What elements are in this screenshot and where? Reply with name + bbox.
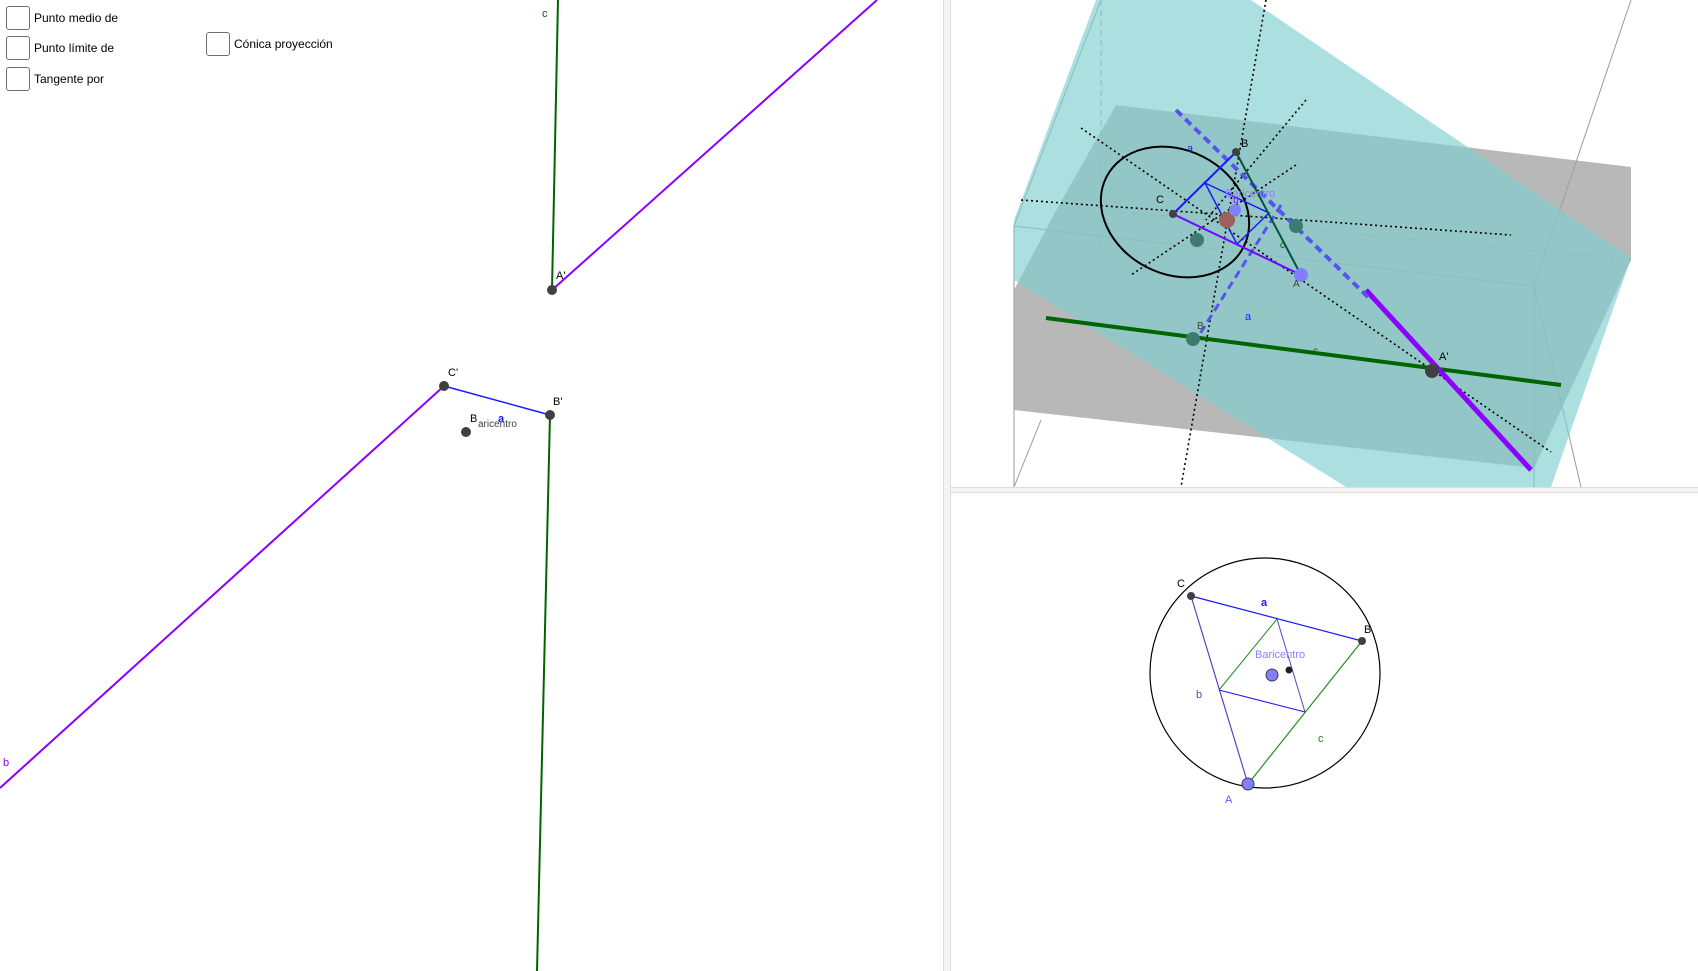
checkbox-punto-limite[interactable]: Punto límite de: [6, 36, 114, 60]
point-a-prime-3d[interactable]: [1425, 364, 1439, 378]
side-c[interactable]: [1247, 640, 1363, 785]
label-c-small-3d: c: [1280, 240, 1285, 251]
point-c[interactable]: [1187, 592, 1195, 600]
label-c-prime: C': [448, 367, 458, 379]
label-a-point-3d: A: [1293, 279, 1300, 290]
graphics-3d-canvas[interactable]: A' B C a a Baricentro b c A B c: [951, 0, 1698, 487]
label-a-side: a: [1261, 597, 1268, 609]
label-b-side: b: [1196, 689, 1202, 701]
point-c-3d[interactable]: [1169, 210, 1177, 218]
checkbox-conica-proyeccion[interactable]: Cónica proyección: [206, 32, 333, 56]
checkbox-label: Punto límite de: [34, 41, 115, 55]
line-c-upper[interactable]: [551, 0, 559, 291]
checkbox-box[interactable]: [6, 6, 30, 30]
checkbox-box[interactable]: [6, 67, 30, 91]
checkbox-tangente[interactable]: Tangente por: [6, 67, 104, 91]
point-baricentro[interactable]: [461, 427, 471, 437]
label-a-prime: A': [556, 270, 565, 282]
label-b-small-3d: b: [1233, 195, 1239, 206]
checkbox-label: Tangente por: [34, 72, 105, 86]
label-a-lower-3d: a: [1245, 311, 1252, 323]
label-b-point: B: [1364, 624, 1371, 636]
point-b[interactable]: [1358, 637, 1366, 645]
label-c-line-3d: c: [1313, 346, 1318, 357]
point-a[interactable]: [1241, 777, 1255, 791]
label-a-prime-3d: A': [1439, 351, 1448, 363]
point-a-prime[interactable]: [547, 285, 557, 295]
label-b: b: [3, 757, 9, 769]
point-2-3d[interactable]: [1289, 219, 1303, 233]
checkbox-label: Cónica proyección: [234, 37, 333, 51]
segment-a[interactable]: [443, 385, 551, 416]
point-b-lower-3d[interactable]: [1186, 332, 1200, 346]
label-b-3d: B: [1241, 138, 1248, 150]
label-c: C: [1177, 578, 1185, 590]
line-c-lower[interactable]: [536, 414, 551, 971]
label-baricentro-rest: aricentro: [478, 419, 517, 430]
label-b-lower-3d: B: [1197, 321, 1204, 332]
point-c-prime[interactable]: [439, 381, 449, 391]
point-baricentro[interactable]: [1265, 668, 1279, 682]
side-a[interactable]: [1190, 595, 1363, 642]
graphics-2d-canvas[interactable]: c A' C' B' a B aricentro b: [0, 0, 943, 971]
point-1-3d[interactable]: [1190, 233, 1204, 247]
circumcircle[interactable]: [1149, 557, 1381, 789]
checkbox-box[interactable]: [6, 36, 30, 60]
label-c-3d: C: [1156, 194, 1164, 206]
checkbox-punto-medio[interactable]: Punto medio de: [6, 6, 118, 30]
label-b-prime: B': [553, 396, 562, 408]
label-c-top: c: [542, 8, 548, 20]
label-a-point: A: [1225, 794, 1233, 806]
label-c-side: c: [1318, 733, 1324, 745]
checkbox-label: Punto medio de: [34, 11, 119, 25]
graphics-view-3d[interactable]: A' B C a a Baricentro b c A B c: [951, 0, 1698, 487]
label-a-upper-3d: a: [1187, 143, 1194, 155]
point-b-3d[interactable]: [1232, 148, 1240, 156]
graphics-view-2d[interactable]: c A' C' B' a B aricentro b Punto medio d…: [0, 0, 943, 971]
vertical-splitter[interactable]: [943, 0, 951, 971]
medial-bc: [1276, 618, 1306, 713]
label-baricentro: Baricentro: [1255, 649, 1305, 661]
checkbox-box[interactable]: [206, 32, 230, 56]
point-center[interactable]: [1285, 666, 1293, 674]
graphics-circle-canvas[interactable]: C B A a b c Baricentro: [951, 493, 1698, 971]
graphics-view-circle[interactable]: C B A a b c Baricentro: [951, 493, 1698, 971]
point-b-prime[interactable]: [545, 410, 555, 420]
label-baricentro-b: B: [470, 413, 477, 425]
medial-ca: [1218, 689, 1306, 713]
line-b-upper[interactable]: [551, 0, 878, 291]
line-b-lower[interactable]: [0, 385, 445, 789]
